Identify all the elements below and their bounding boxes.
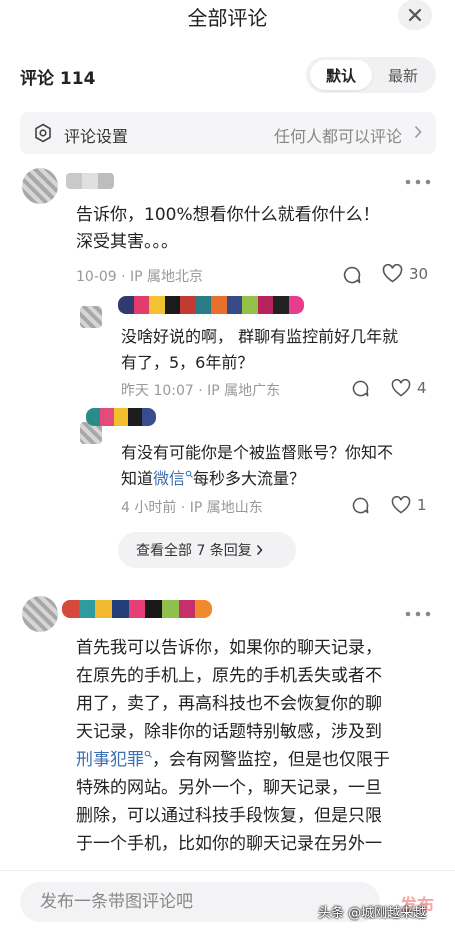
comment-meta: 10-09 · IP 属地北京 (76, 269, 204, 285)
chevron-right-icon (414, 125, 422, 139)
like-count: 4 (417, 379, 427, 397)
heart-icon (382, 264, 403, 283)
more-options-icon[interactable] (405, 179, 431, 185)
settings-label: 评论设置 (64, 127, 129, 146)
avatar[interactable] (22, 596, 58, 632)
comment-count: 评论 114 (20, 69, 96, 89)
reply-text: 有没有可能你是个被监督账号？你知不 知道微信 每秒多大流量？ (121, 443, 394, 488)
like-count: 1 (417, 496, 427, 514)
avatar[interactable] (80, 306, 102, 328)
search-small-icon (144, 750, 152, 758)
reply-icon[interactable] (351, 379, 370, 398)
username-redacted (62, 600, 212, 618)
settings-hexagon-icon (35, 123, 51, 143)
sort-toggle: 默认 最新 (306, 57, 436, 93)
sort-default-button[interactable]: 默认 (310, 60, 372, 90)
reply-icon[interactable] (351, 496, 370, 515)
page-title: 全部评论 (187, 6, 268, 30)
keyword-link[interactable]: 微信 (153, 469, 185, 488)
like-count: 30 (409, 264, 429, 283)
comment-compose-bar: 发布 (0, 870, 455, 930)
like-button[interactable]: 30 (382, 264, 428, 283)
like-button[interactable]: 4 (391, 379, 427, 397)
reply-meta: 4 小时前 · IP 属地山东 (121, 500, 263, 516)
keyword-link[interactable]: 刑事犯罪 (76, 750, 144, 770)
close-icon (408, 8, 422, 22)
reply-text: 没啥好说的啊， 群聊有监控前好几年就 有了，5，6年前？ (121, 327, 399, 372)
view-all-replies-button[interactable]: 查看全部 7 条回复 (118, 532, 296, 568)
avatar[interactable] (22, 168, 58, 204)
header: 全部评论 (0, 0, 455, 34)
settings-value: 任何人都可以评论 (273, 127, 402, 146)
username-redacted (86, 408, 156, 426)
more-options-icon[interactable] (405, 611, 431, 617)
heart-icon (391, 496, 411, 514)
username-redacted (66, 173, 114, 189)
watermark-text: 头条 @城刚越来越 (318, 906, 427, 921)
comment-count-row: 评论 114 默认 最新 (0, 50, 455, 100)
reply-icon[interactable] (342, 265, 362, 285)
username-redacted (118, 296, 304, 314)
sort-latest-button[interactable]: 最新 (372, 60, 434, 90)
like-button[interactable]: 1 (391, 496, 427, 514)
close-button[interactable] (398, 0, 432, 30)
comment-text: 首先我可以告诉你，如果你的聊天记录， 在原先的手机上，原先的手机丢失或者不 用了… (76, 638, 390, 854)
heart-icon (391, 379, 411, 397)
reply-meta: 昨天 10:07 · IP 属地广东 (121, 383, 281, 399)
search-small-icon (185, 470, 193, 478)
chevron-right-icon (256, 544, 263, 556)
comment-settings-row[interactable]: 评论设置 任何人都可以评论 (20, 112, 436, 154)
comment-text: 告诉你，100%想看你什么就看你什么！ 深受其害。。。 (76, 205, 380, 252)
